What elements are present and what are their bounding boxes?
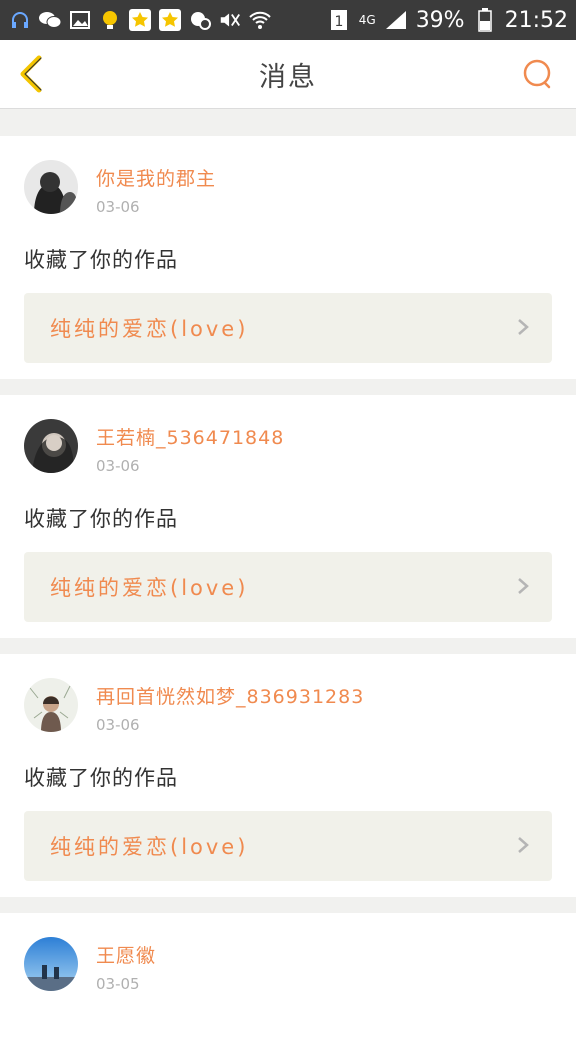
message-card: 再回首恍然如梦_836931283 03-06 收藏了你的作品 纯纯的爱恋(lo… [0, 654, 576, 897]
star-app-icon [128, 8, 152, 32]
chevron-right-icon [518, 319, 529, 335]
username[interactable]: 再回首恍然如梦_836931283 [96, 682, 364, 709]
battery-icon [473, 8, 497, 32]
action-text: 收藏了你的作品 [24, 766, 178, 790]
avatar[interactable] [24, 160, 78, 214]
message-card: 你是我的郡主 03-06 收藏了你的作品 纯纯的爱恋(love) [0, 136, 576, 379]
chevron-left-icon [20, 55, 42, 93]
work-title: 纯纯的爱恋(love) [50, 317, 249, 341]
chevron-right-icon [518, 837, 529, 853]
message-list: 你是我的郡主 03-06 收藏了你的作品 纯纯的爱恋(love) 王若楠_536… [0, 122, 576, 1043]
page-title: 消息 [259, 61, 317, 93]
work-link[interactable]: 纯纯的爱恋(love) [24, 293, 552, 363]
svg-text:1: 1 [334, 14, 343, 30]
username[interactable]: 王若楠_536471848 [96, 423, 284, 450]
battery-percent: 39% [415, 7, 465, 33]
work-title: 纯纯的爱恋(love) [50, 576, 249, 600]
message-date: 03-06 [96, 716, 140, 734]
message-date: 03-06 [96, 198, 140, 216]
username[interactable]: 你是我的郡主 [96, 164, 216, 191]
username[interactable]: 王愿徽 [96, 941, 156, 968]
work-title: 纯纯的爱恋(love) [50, 835, 249, 859]
work-link[interactable]: 纯纯的爱恋(love) [24, 811, 552, 881]
message-date: 03-05 [96, 975, 140, 993]
headset-icon [8, 8, 32, 32]
wifi-icon [248, 8, 272, 32]
star-app-icon [158, 8, 182, 32]
message-card: 王若楠_536471848 03-06 收藏了你的作品 纯纯的爱恋(love) [0, 395, 576, 638]
status-bar: 1 4G 39% 21:52 [0, 0, 576, 40]
search-icon [523, 59, 551, 89]
image-icon [68, 8, 92, 32]
clock: 21:52 [504, 7, 568, 33]
avatar[interactable] [24, 937, 78, 991]
signal-icon [384, 8, 408, 32]
message-icon [188, 8, 212, 32]
search-button[interactable] [520, 56, 556, 92]
message-date: 03-06 [96, 457, 140, 475]
network-type: 4G [358, 13, 376, 27]
work-link[interactable]: 纯纯的爱恋(love) [24, 552, 552, 622]
mute-icon [218, 8, 242, 32]
avatar[interactable] [24, 678, 78, 732]
bulb-icon [98, 8, 122, 32]
app-header: 消息 [0, 40, 576, 109]
action-text: 收藏了你的作品 [24, 507, 178, 531]
avatar[interactable] [24, 419, 78, 473]
back-button[interactable] [14, 54, 50, 94]
sim-icon: 1 [327, 8, 351, 32]
chevron-right-icon [518, 578, 529, 594]
action-text: 收藏了你的作品 [24, 248, 178, 272]
wechat-icon [38, 8, 62, 32]
